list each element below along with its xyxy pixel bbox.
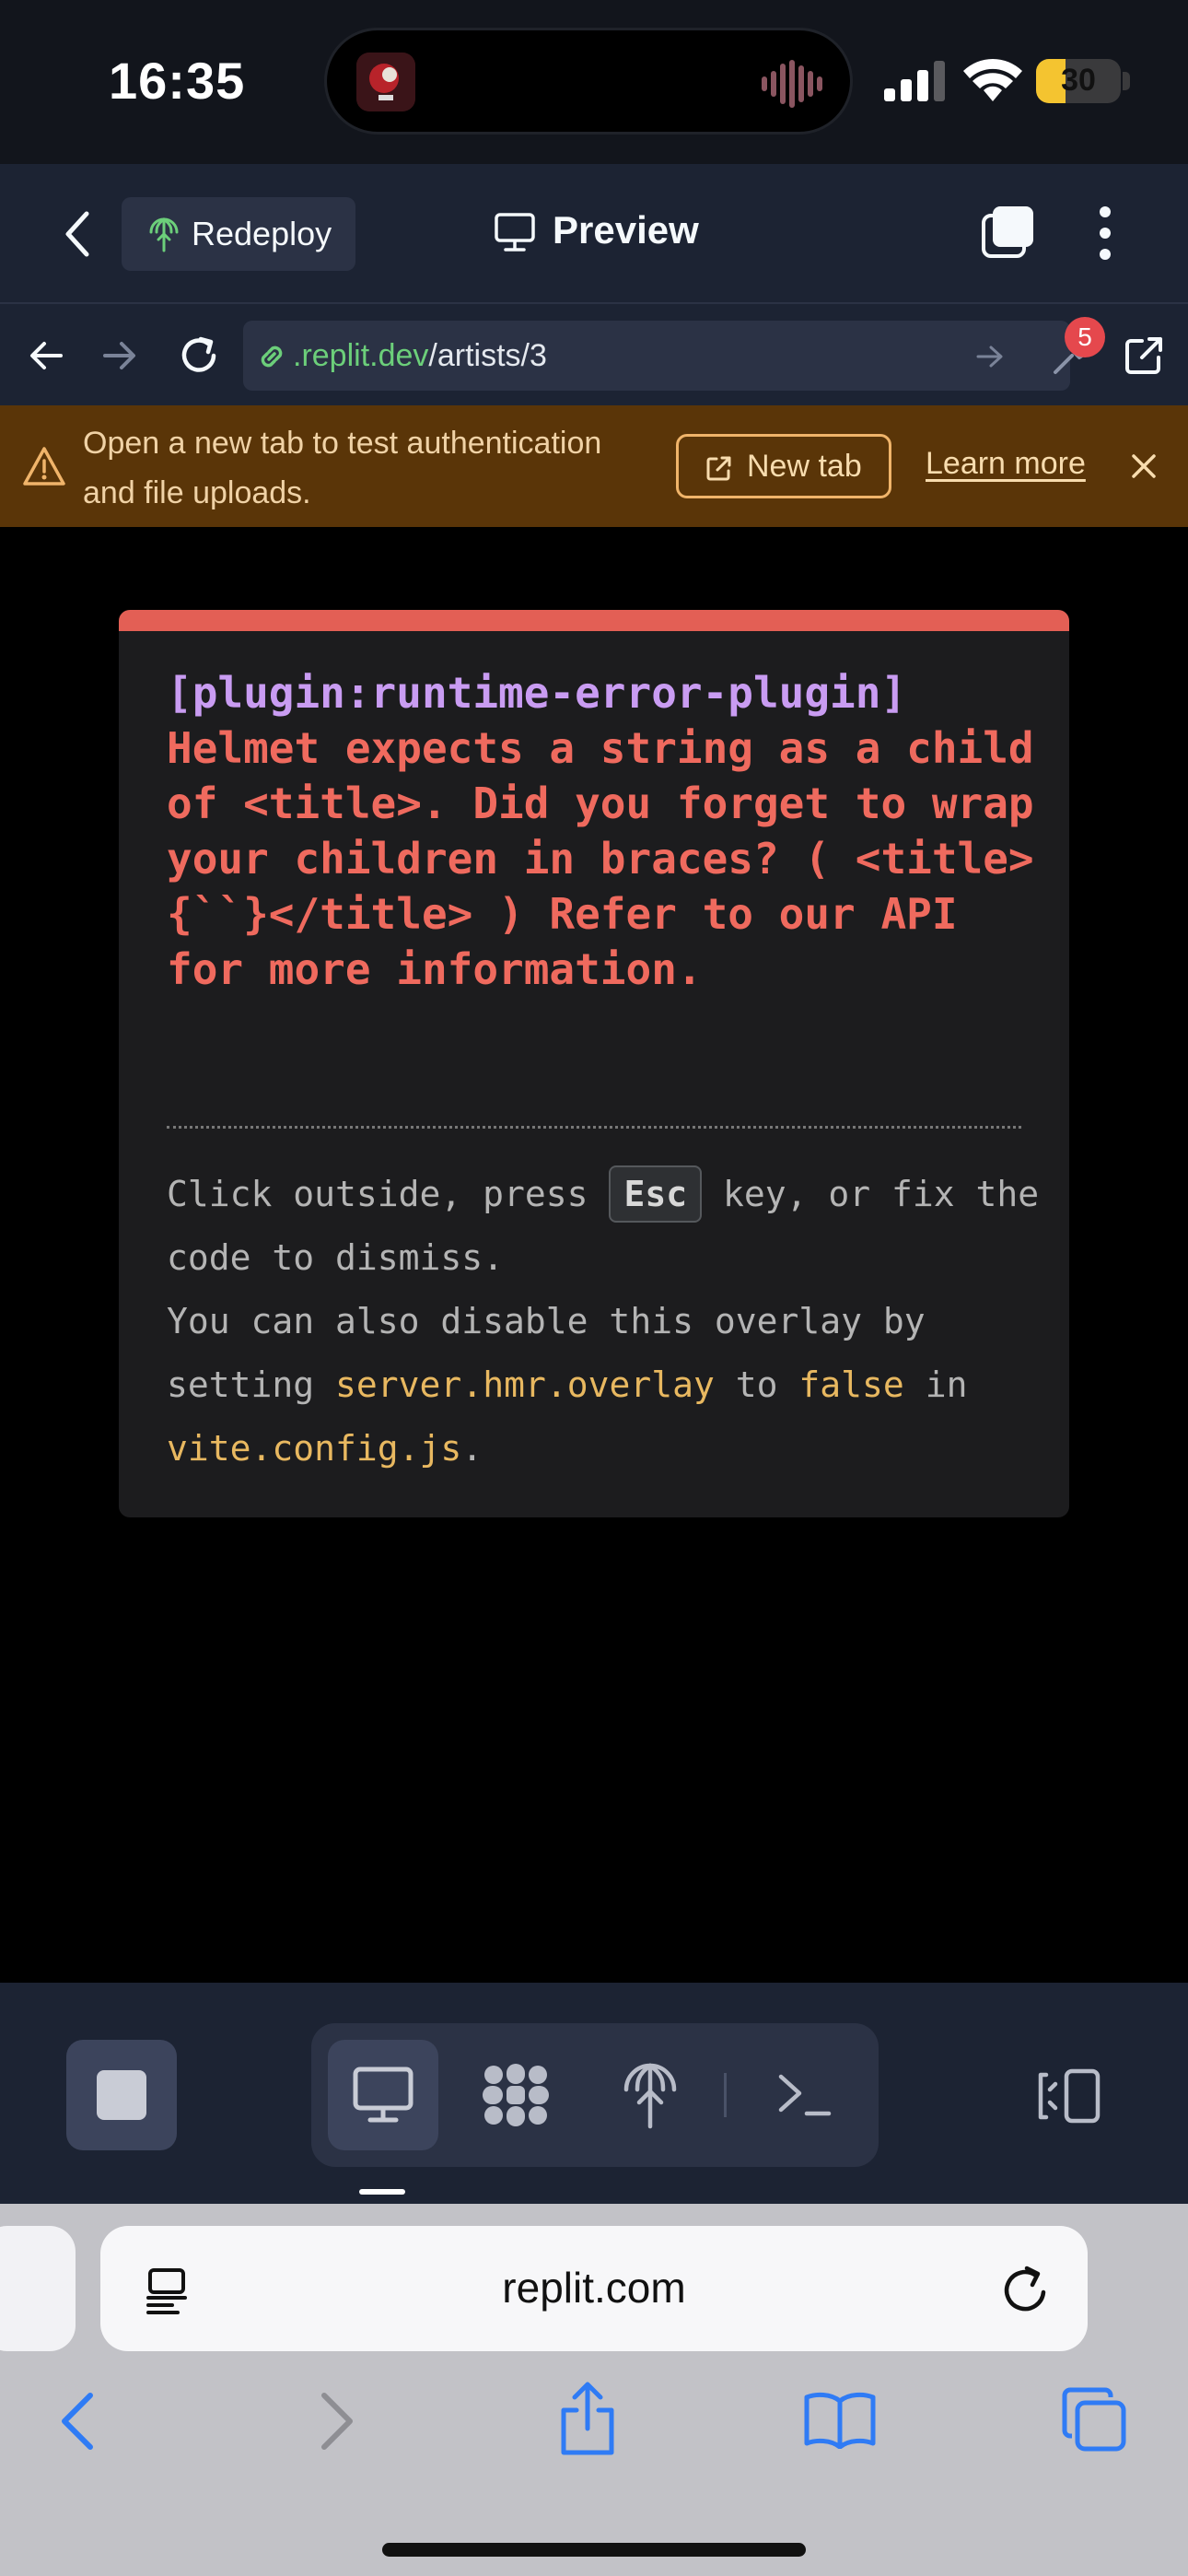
now-playing-artwork — [356, 53, 415, 111]
banner-message: Open a new tab to test authentication an… — [83, 426, 602, 510]
stop-icon — [97, 2070, 146, 2120]
chevron-left-icon[interactable] — [63, 208, 92, 260]
share-icon[interactable] — [556, 2381, 619, 2458]
url-domain: .replit.dev — [293, 337, 429, 373]
tabs-overview-icon[interactable] — [1061, 2386, 1127, 2453]
link-icon — [261, 345, 283, 368]
error-plugin: [plugin:runtime-error-plugin] — [167, 668, 907, 718]
status-time: 16:35 — [109, 52, 246, 110]
split-layout-icon[interactable] — [1035, 2067, 1101, 2125]
tip-text: . — [461, 1428, 483, 1469]
tab-preview[interactable] — [328, 2040, 438, 2150]
vertical-ellipsis-icon[interactable] — [1098, 205, 1112, 262]
new-tab-button[interactable]: New tab — [676, 434, 891, 498]
error-text: [plugin:runtime-error-plugin] Helmet exp… — [167, 665, 1042, 997]
open-external-icon — [706, 456, 731, 481]
page-title: Preview — [553, 208, 699, 252]
deploy-globe-icon[interactable] — [623, 2060, 678, 2130]
safari-back-icon[interactable] — [59, 2392, 96, 2451]
safari-bottom-bar: replit.com — [0, 2204, 1188, 2576]
overlay-divider — [167, 1126, 1021, 1129]
stacked-squares-icon[interactable] — [980, 205, 1035, 260]
replit-header: Redeploy Preview — [0, 164, 1188, 304]
bookmarks-icon[interactable] — [803, 2390, 877, 2449]
arrow-back-icon[interactable] — [28, 337, 64, 374]
auth-warning-banner: Open a new tab to test authentication an… — [0, 405, 1188, 527]
battery-percent: 30 — [1061, 63, 1096, 98]
shell-prompt-icon[interactable] — [777, 2071, 833, 2119]
esc-key: Esc — [609, 1165, 703, 1223]
workspace-toolbar — [0, 1983, 1188, 2204]
tab-separator — [724, 2073, 727, 2117]
runtime-error-overlay[interactable]: [plugin:runtime-error-plugin] Helmet exp… — [119, 610, 1069, 1517]
warning-icon — [23, 447, 65, 486]
redeploy-label: Redeploy — [192, 215, 332, 252]
config-value: false — [798, 1364, 904, 1405]
arrow-forward-icon[interactable] — [101, 337, 138, 374]
reload-icon[interactable] — [1001, 2263, 1051, 2316]
wifi-icon — [963, 59, 1022, 101]
home-indicator — [382, 2543, 806, 2557]
devtools-badge: 5 — [1065, 317, 1105, 357]
tool-tabs — [311, 2023, 879, 2167]
config-file: vite.config.js — [167, 1428, 462, 1469]
battery-indicator: 30 — [1036, 59, 1121, 103]
tip-text: in — [925, 1364, 968, 1405]
deploy-globe-icon — [149, 217, 179, 252]
redeploy-button[interactable]: Redeploy — [122, 197, 355, 271]
extensions-tab-icon[interactable] — [481, 2062, 551, 2128]
tip-text: to — [735, 1364, 778, 1405]
monitor-icon — [353, 2067, 413, 2123]
previous-tab-peek[interactable] — [0, 2226, 76, 2351]
safari-forward-icon[interactable] — [319, 2392, 355, 2451]
dynamic-island[interactable] — [324, 28, 853, 135]
audio-waveform-icon — [762, 60, 822, 108]
tip-text: Click outside, press — [167, 1174, 588, 1214]
config-key: server.hmr.overlay — [335, 1364, 715, 1405]
url-field[interactable]: .replit.dev/artists/3 — [243, 321, 1070, 391]
monitor-icon — [495, 213, 535, 252]
safari-address-bar[interactable]: replit.com — [100, 2226, 1088, 2351]
new-tab-label: New tab — [747, 448, 862, 484]
battery-cap — [1123, 72, 1130, 90]
close-icon[interactable] — [1131, 453, 1157, 479]
go-arrow-icon[interactable] — [976, 345, 1004, 369]
reload-icon[interactable] — [177, 334, 221, 378]
status-bar: 16:35 30 — [0, 0, 1188, 164]
stop-button[interactable] — [66, 2040, 177, 2150]
overlay-tip: Click outside, press Esc key, or fix the… — [167, 1163, 1042, 1481]
open-external-icon[interactable] — [1124, 335, 1164, 376]
overlay-accent-bar — [119, 610, 1069, 631]
webview-nav-bar: .replit.dev/artists/3 5 — [0, 304, 1188, 405]
safari-address-text: replit.com — [502, 2264, 686, 2312]
url-path: /artists/3 — [428, 337, 547, 373]
toolbar-active-indicator — [359, 2189, 405, 2195]
error-message: Helmet expects a string as a child of <t… — [167, 723, 1034, 994]
cellular-signal-icon — [884, 61, 945, 101]
learn-more-link[interactable]: Learn more — [926, 446, 1086, 482]
